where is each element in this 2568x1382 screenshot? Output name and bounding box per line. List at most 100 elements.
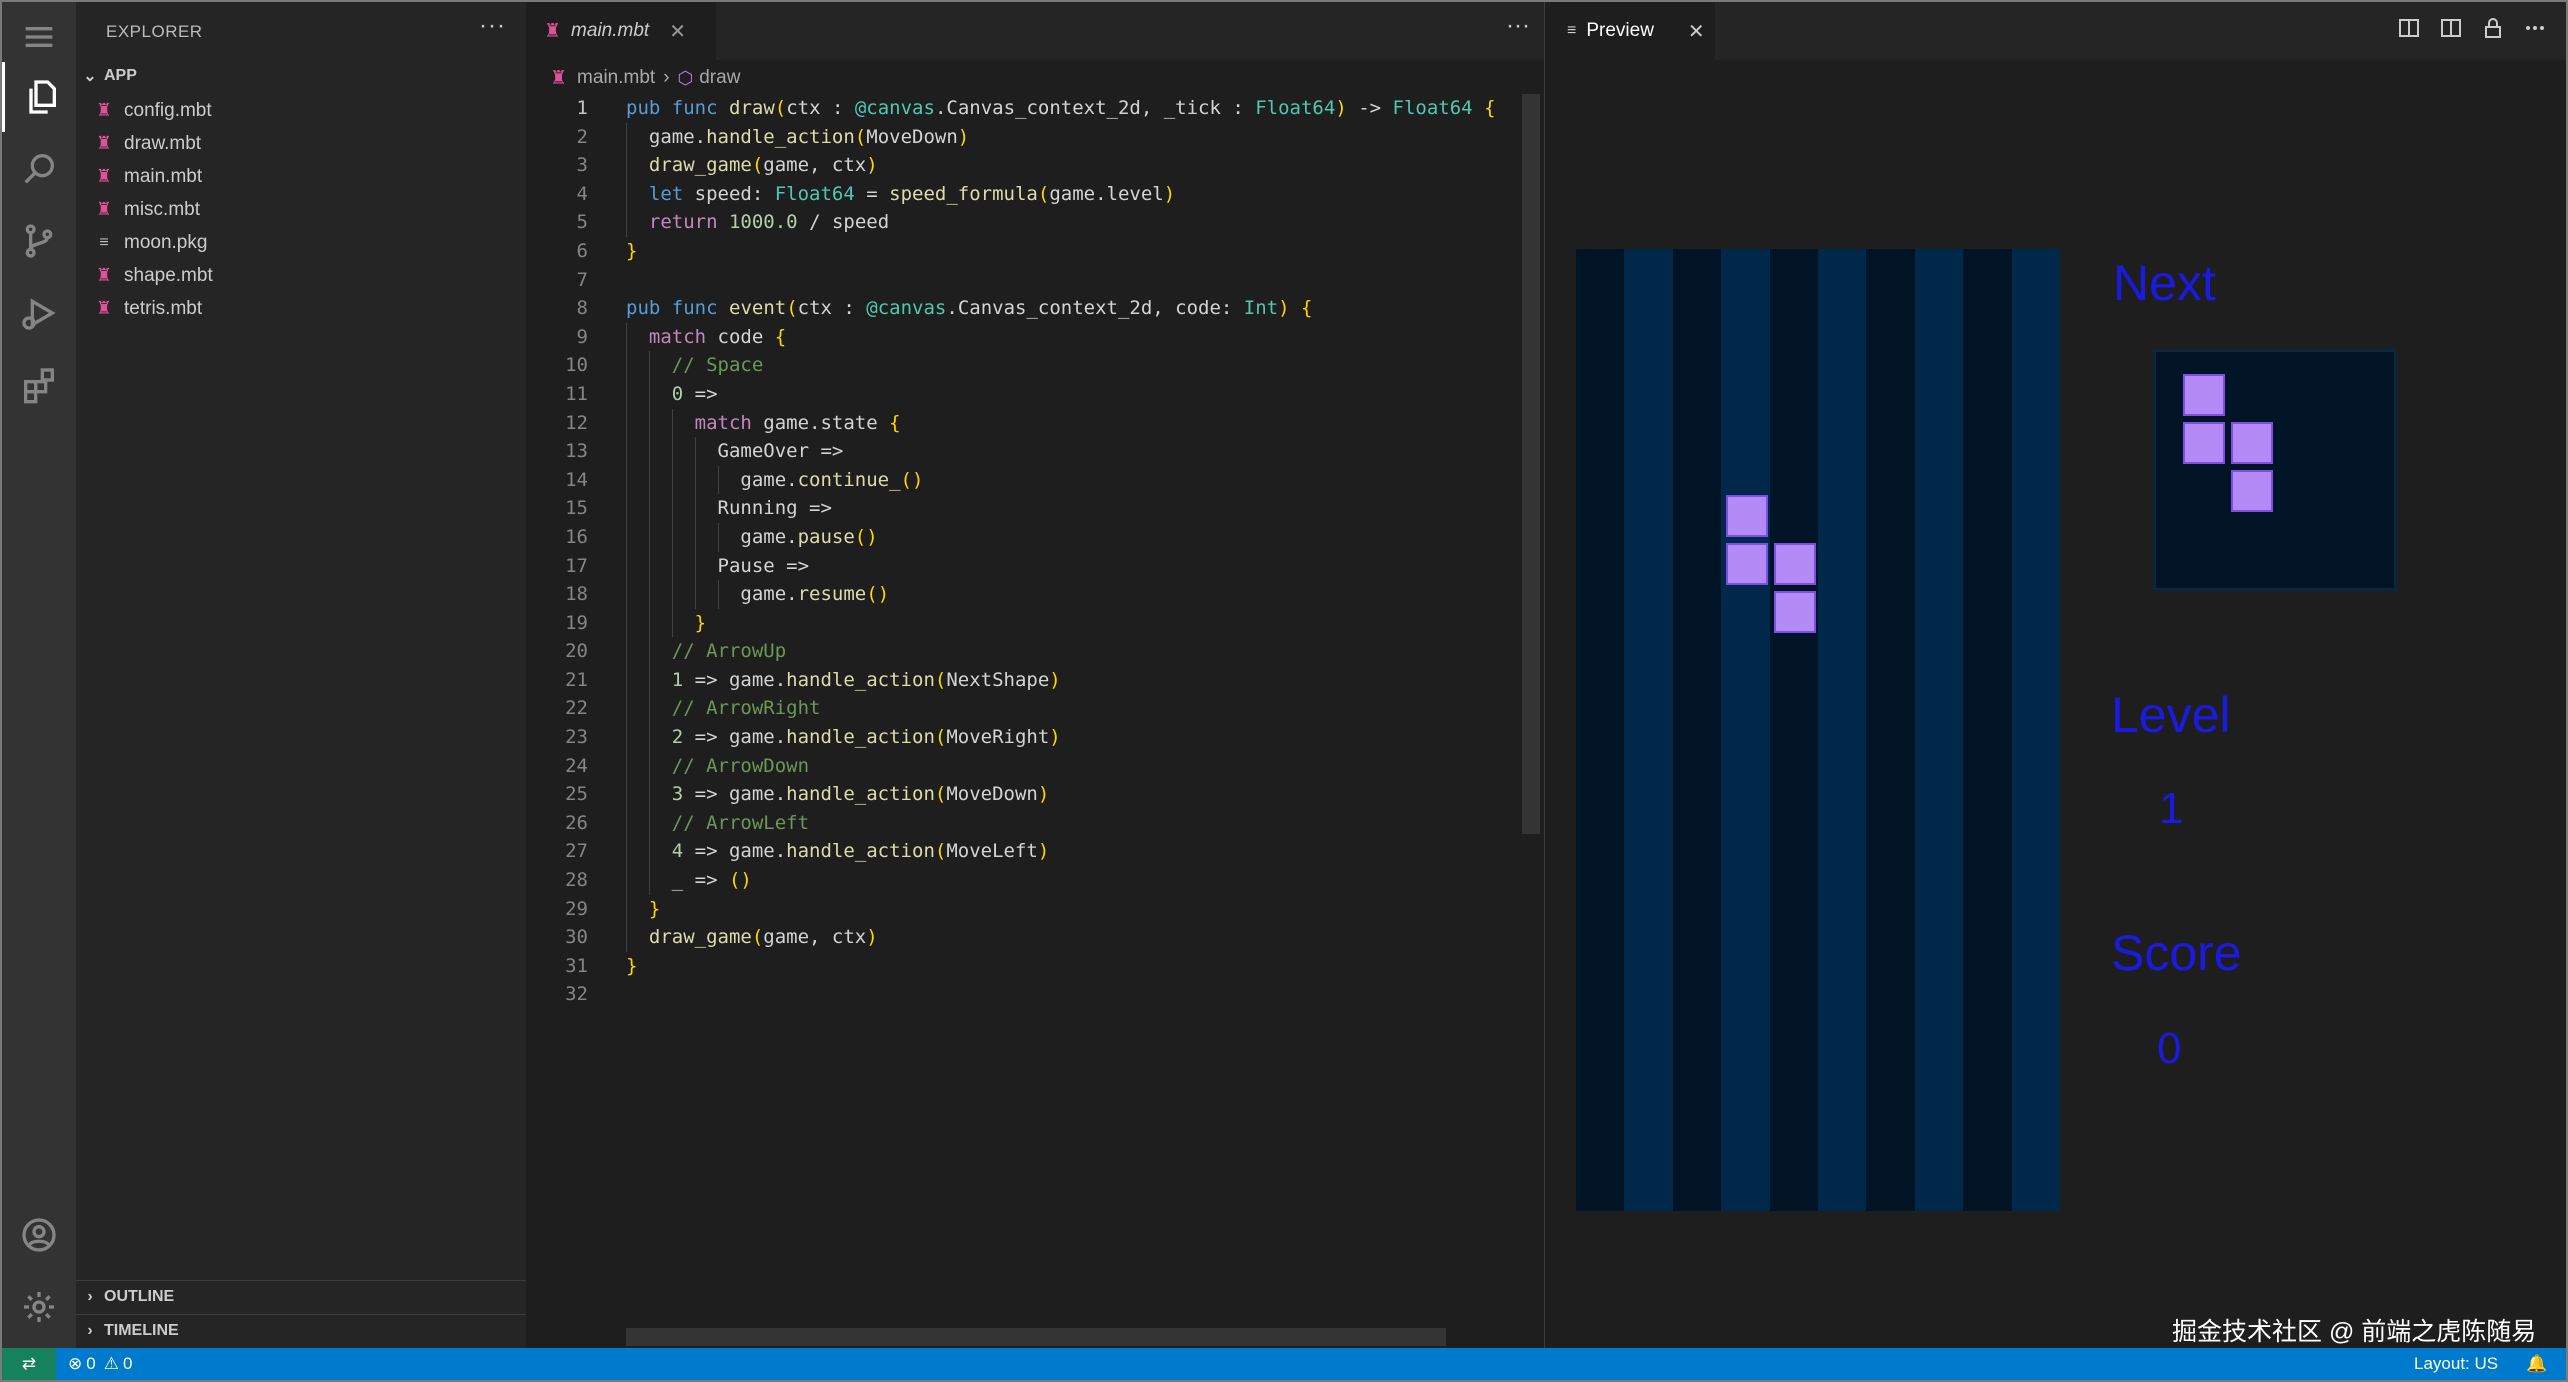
file-item[interactable]: ≡ moon.pkg [76, 226, 526, 259]
code-line[interactable]: 24 // ArrowDown [526, 751, 1526, 781]
file-name: main.mbt [124, 165, 203, 187]
more-actions-icon[interactable]: ··· [479, 12, 506, 40]
moonbit-file-icon: ♜ [95, 298, 113, 318]
code-line[interactable]: 16 game.pause() [526, 522, 1526, 552]
code-line[interactable]: 29 } [526, 894, 1526, 924]
extensions-button[interactable] [2, 350, 76, 420]
code-line[interactable]: 32 [526, 980, 1526, 1009]
more-actions-icon[interactable]: ··· [1506, 12, 1530, 40]
lock-icon[interactable] [2481, 16, 2505, 40]
tab-preview[interactable]: ≡ Preview ✕ [1545, 2, 1715, 60]
more-actions-icon[interactable] [2523, 16, 2547, 40]
board-column [1818, 249, 1867, 1211]
code-line[interactable]: 23 2 => game.handle_action(MoveRight) [526, 723, 1526, 752]
code-line[interactable]: 28 _ => () [526, 866, 1526, 895]
explorer-title: EXPLORER [106, 22, 203, 41]
code-line[interactable]: 5 return 1000.0 / speed [526, 208, 1526, 237]
preview-tab-label: Preview [1586, 20, 1654, 41]
file-item[interactable]: ♜ shape.mbt [76, 259, 526, 292]
line-content: 3 => game.handle_action(MoveDown) [671, 783, 1050, 806]
line-number: 24 [565, 754, 588, 777]
code-line[interactable]: 19 } [526, 608, 1526, 638]
next-piece-cell [2183, 374, 2225, 416]
line-number: 23 [565, 726, 588, 749]
piece-cell [1774, 591, 1816, 633]
code-line[interactable]: 30 draw_game(game, ctx) [526, 923, 1526, 952]
code-line[interactable]: 13 GameOver => [526, 437, 1526, 466]
symbol-method-icon: ⬡ [677, 67, 694, 88]
code-line[interactable]: 6} [526, 237, 1526, 266]
code-line[interactable]: 14 game.continue_() [526, 465, 1526, 495]
code-line[interactable]: 17 Pause => [526, 551, 1526, 581]
file-name: moon.pkg [124, 231, 208, 253]
code-area[interactable]: 1 pub func draw(ctx : @canvas.Canvas_cont… [526, 94, 1526, 1009]
search-button[interactable] [2, 134, 76, 204]
code-line[interactable]: 12 match game.state { [526, 408, 1526, 438]
code-line[interactable]: 4 let speed: Float64 = speed_formula(gam… [526, 179, 1526, 209]
line-number: 12 [565, 411, 588, 434]
file-item[interactable]: ♜ main.mbt [76, 160, 526, 193]
explorer-button[interactable] [2, 62, 76, 132]
code-line[interactable]: 2 game.handle_action(MoveDown) [526, 122, 1526, 152]
level-value: 1 [2159, 784, 2184, 833]
code-line[interactable]: 11 0 => [526, 379, 1526, 409]
file-name: misc.mbt [124, 198, 200, 220]
code-line[interactable]: 20 // ArrowUp [526, 637, 1526, 666]
file-item[interactable]: ♜ draw.mbt [76, 127, 526, 160]
remote-button[interactable]: ⇄ [2, 1348, 56, 1380]
board-column [1770, 249, 1818, 1211]
code-line[interactable]: 27 4 => game.handle_action(MoveLeft) [526, 837, 1526, 867]
line-number: 18 [565, 583, 588, 606]
accounts-button[interactable] [2, 1200, 76, 1270]
problems-indicator[interactable]: ⊗ 0 ⚠ 0 [68, 1348, 132, 1380]
line-content: return 1000.0 / speed [648, 211, 890, 234]
outline-section[interactable]: › OUTLINE [76, 1280, 526, 1313]
timeline-section[interactable]: › TIMELINE [76, 1314, 526, 1347]
run-debug-button[interactable] [2, 278, 76, 348]
line-number: 22 [565, 697, 588, 720]
code-line[interactable]: 8 pub func event(ctx : @canvas.Canvas_con… [526, 294, 1526, 323]
code-line[interactable]: 3 draw_game(game, ctx) [526, 151, 1526, 180]
code-line[interactable]: 18 game.resume() [526, 580, 1526, 609]
line-number: 30 [565, 926, 588, 949]
line-number: 8 [576, 297, 588, 320]
line-content: Running => [626, 497, 832, 520]
files-icon [28, 80, 56, 114]
warning-icon: ⚠ [103, 1354, 119, 1373]
split-editor-icon[interactable] [2439, 16, 2463, 40]
code-line[interactable]: 9 match code { [526, 322, 1526, 352]
code-line[interactable]: 26 // ArrowLeft [526, 808, 1526, 838]
tab-main-mbt[interactable]: ♜ main.mbt ✕ [526, 2, 716, 60]
line-number: 21 [565, 668, 588, 691]
code-line[interactable]: 31} [526, 952, 1526, 981]
code-line[interactable]: 25 3 => game.handle_action(MoveDown) [526, 780, 1526, 809]
line-content: 2 => game.handle_action(MoveRight) [671, 726, 1061, 749]
folder-header[interactable]: ⌄ APP [76, 60, 526, 92]
close-icon[interactable]: ✕ [669, 19, 686, 44]
line-content: // Space [671, 354, 764, 377]
code-line[interactable]: 22 // ArrowRight [526, 694, 1526, 724]
breadcrumb-file[interactable]: main.mbt [577, 67, 655, 89]
file-item[interactable]: ♜ misc.mbt [76, 193, 526, 226]
code-line[interactable]: 10 // Space [526, 351, 1526, 380]
close-icon[interactable]: ✕ [1688, 19, 1705, 44]
piece-cell [1726, 543, 1768, 585]
open-source-icon[interactable] [2397, 16, 2421, 40]
horizontal-scrollbar[interactable] [626, 1328, 1446, 1346]
code-line[interactable]: 1 pub func draw(ctx : @canvas.Canvas_cont… [526, 94, 1526, 123]
level-label: Level [2111, 687, 2231, 743]
file-item[interactable]: ♜ config.mbt [76, 94, 526, 127]
breadcrumb-symbol[interactable]: draw [699, 67, 740, 89]
manage-button[interactable] [2, 1272, 76, 1342]
status-bar: ⇄ ⊗ 0 ⚠ 0 Layout: US 🔔 [2, 1348, 2566, 1380]
file-item[interactable]: ♜ tetris.mbt [76, 292, 526, 325]
code-line[interactable]: 21 1 => game.handle_action(NextShape) [526, 665, 1526, 695]
next-piece-cell [2231, 422, 2273, 464]
vertical-scrollbar[interactable] [1522, 94, 1540, 834]
code-line[interactable]: 7 [526, 266, 1526, 295]
keyboard-layout[interactable]: Layout: US [2414, 1348, 2498, 1380]
bell-icon[interactable]: 🔔 [2526, 1348, 2547, 1380]
line-content: // ArrowRight [671, 697, 821, 720]
code-line[interactable]: 15 Running => [526, 494, 1526, 523]
source-control-button[interactable] [2, 206, 76, 276]
